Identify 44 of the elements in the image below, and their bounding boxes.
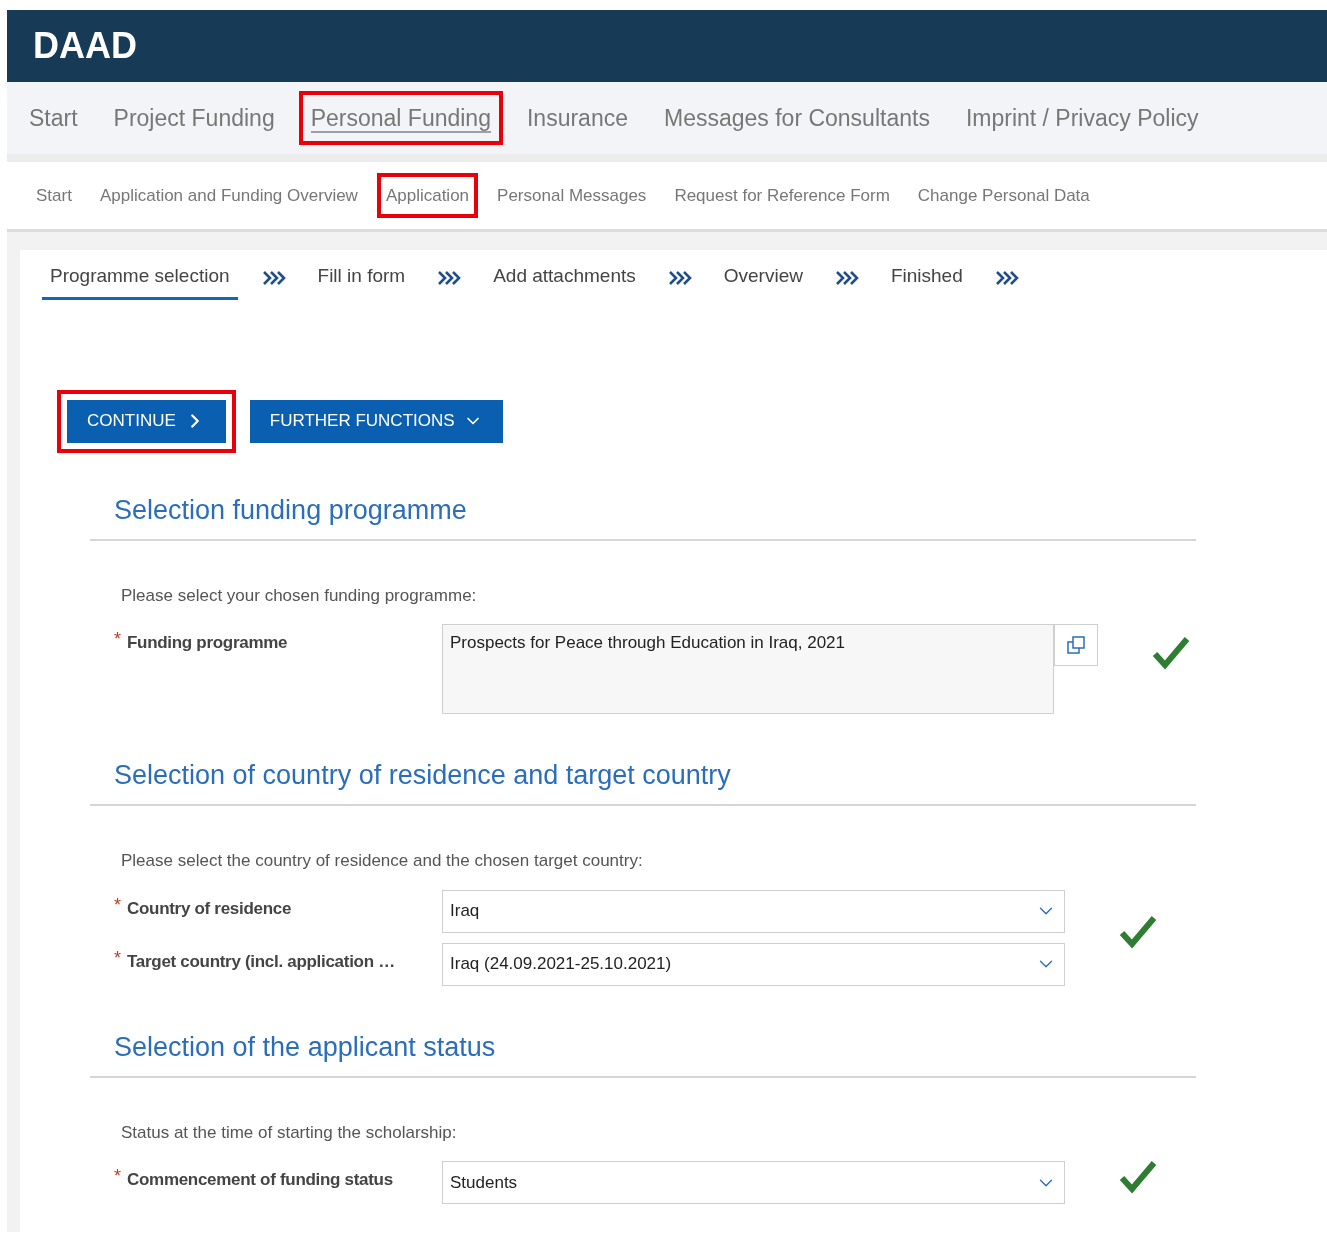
section-heading: Selection funding programme — [114, 493, 468, 527]
programme-field[interactable]: Prospects for Peace through Education in Iraq, 2021 — [442, 624, 1054, 714]
main-nav-item[interactable]: Start — [21, 94, 86, 142]
field-label: Target country (incl. application … — [127, 950, 395, 973]
field-label: Commencement of funding status — [127, 1169, 393, 1191]
copy-windows-icon — [1066, 635, 1086, 655]
section-heading: Selection of country of residence and target country — [114, 759, 732, 792]
step-tab[interactable]: Overview — [715, 256, 811, 300]
instruction-text: Status at the time of starting the scholarship: — [120, 1121, 458, 1144]
triple-chevron-icon — [994, 268, 1019, 287]
field-label: Funding programme — [127, 632, 288, 654]
step-tab[interactable]: Add attachments — [485, 256, 644, 300]
instruction-text: Please select the country of residence and the chosen target country: — [120, 850, 644, 872]
section-heading: Selection of the applicant status — [114, 1030, 497, 1064]
dropdown-field[interactable]: Students — [442, 1161, 1065, 1204]
triple-chevron-icon — [437, 268, 462, 287]
lookup-button[interactable] — [1054, 624, 1098, 666]
sub-nav-item[interactable]: Application — [380, 176, 475, 215]
step-tab[interactable]: Fill in form — [309, 256, 414, 300]
main-nav-item[interactable]: Project Funding — [105, 94, 283, 142]
step-tab[interactable]: Programme selection — [42, 256, 238, 300]
sub-nav-item[interactable]: Personal Messages — [492, 176, 652, 215]
main-nav-item[interactable]: Messages for Consultants — [656, 94, 938, 142]
sub-nav-item[interactable]: Request for Reference Form — [669, 176, 895, 215]
field-label: Country of residence — [127, 897, 292, 920]
required-asterisk: * — [114, 895, 121, 914]
triple-chevron-icon — [834, 268, 859, 287]
dropdown-field[interactable]: Iraq (24.09.2021-25.10.2021) — [442, 942, 1065, 986]
main-nav-item[interactable]: Insurance — [518, 94, 636, 142]
required-asterisk: * — [114, 948, 121, 967]
further-functions-button[interactable]: FURTHER FUNCTIONS — [249, 399, 503, 443]
triple-chevron-icon — [261, 268, 286, 287]
continue-button[interactable]: CONTINUE — [67, 399, 226, 443]
required-asterisk: * — [114, 630, 121, 648]
instruction-text: Please select your chosen funding programme: — [120, 584, 478, 607]
sub-nav-item[interactable]: Change Personal Data — [912, 176, 1095, 215]
step-tab[interactable]: Finished — [882, 256, 971, 300]
main-nav-item[interactable]: Imprint / Privacy Policy — [957, 94, 1207, 142]
logo[interactable]: DAAD — [33, 19, 137, 73]
triple-chevron-icon — [667, 268, 692, 287]
sub-nav-item[interactable]: Start — [31, 176, 77, 215]
dropdown-field[interactable]: Iraq — [442, 889, 1065, 933]
sub-nav-item[interactable]: Application and Funding Overview — [94, 176, 363, 215]
required-asterisk: * — [114, 1167, 121, 1185]
